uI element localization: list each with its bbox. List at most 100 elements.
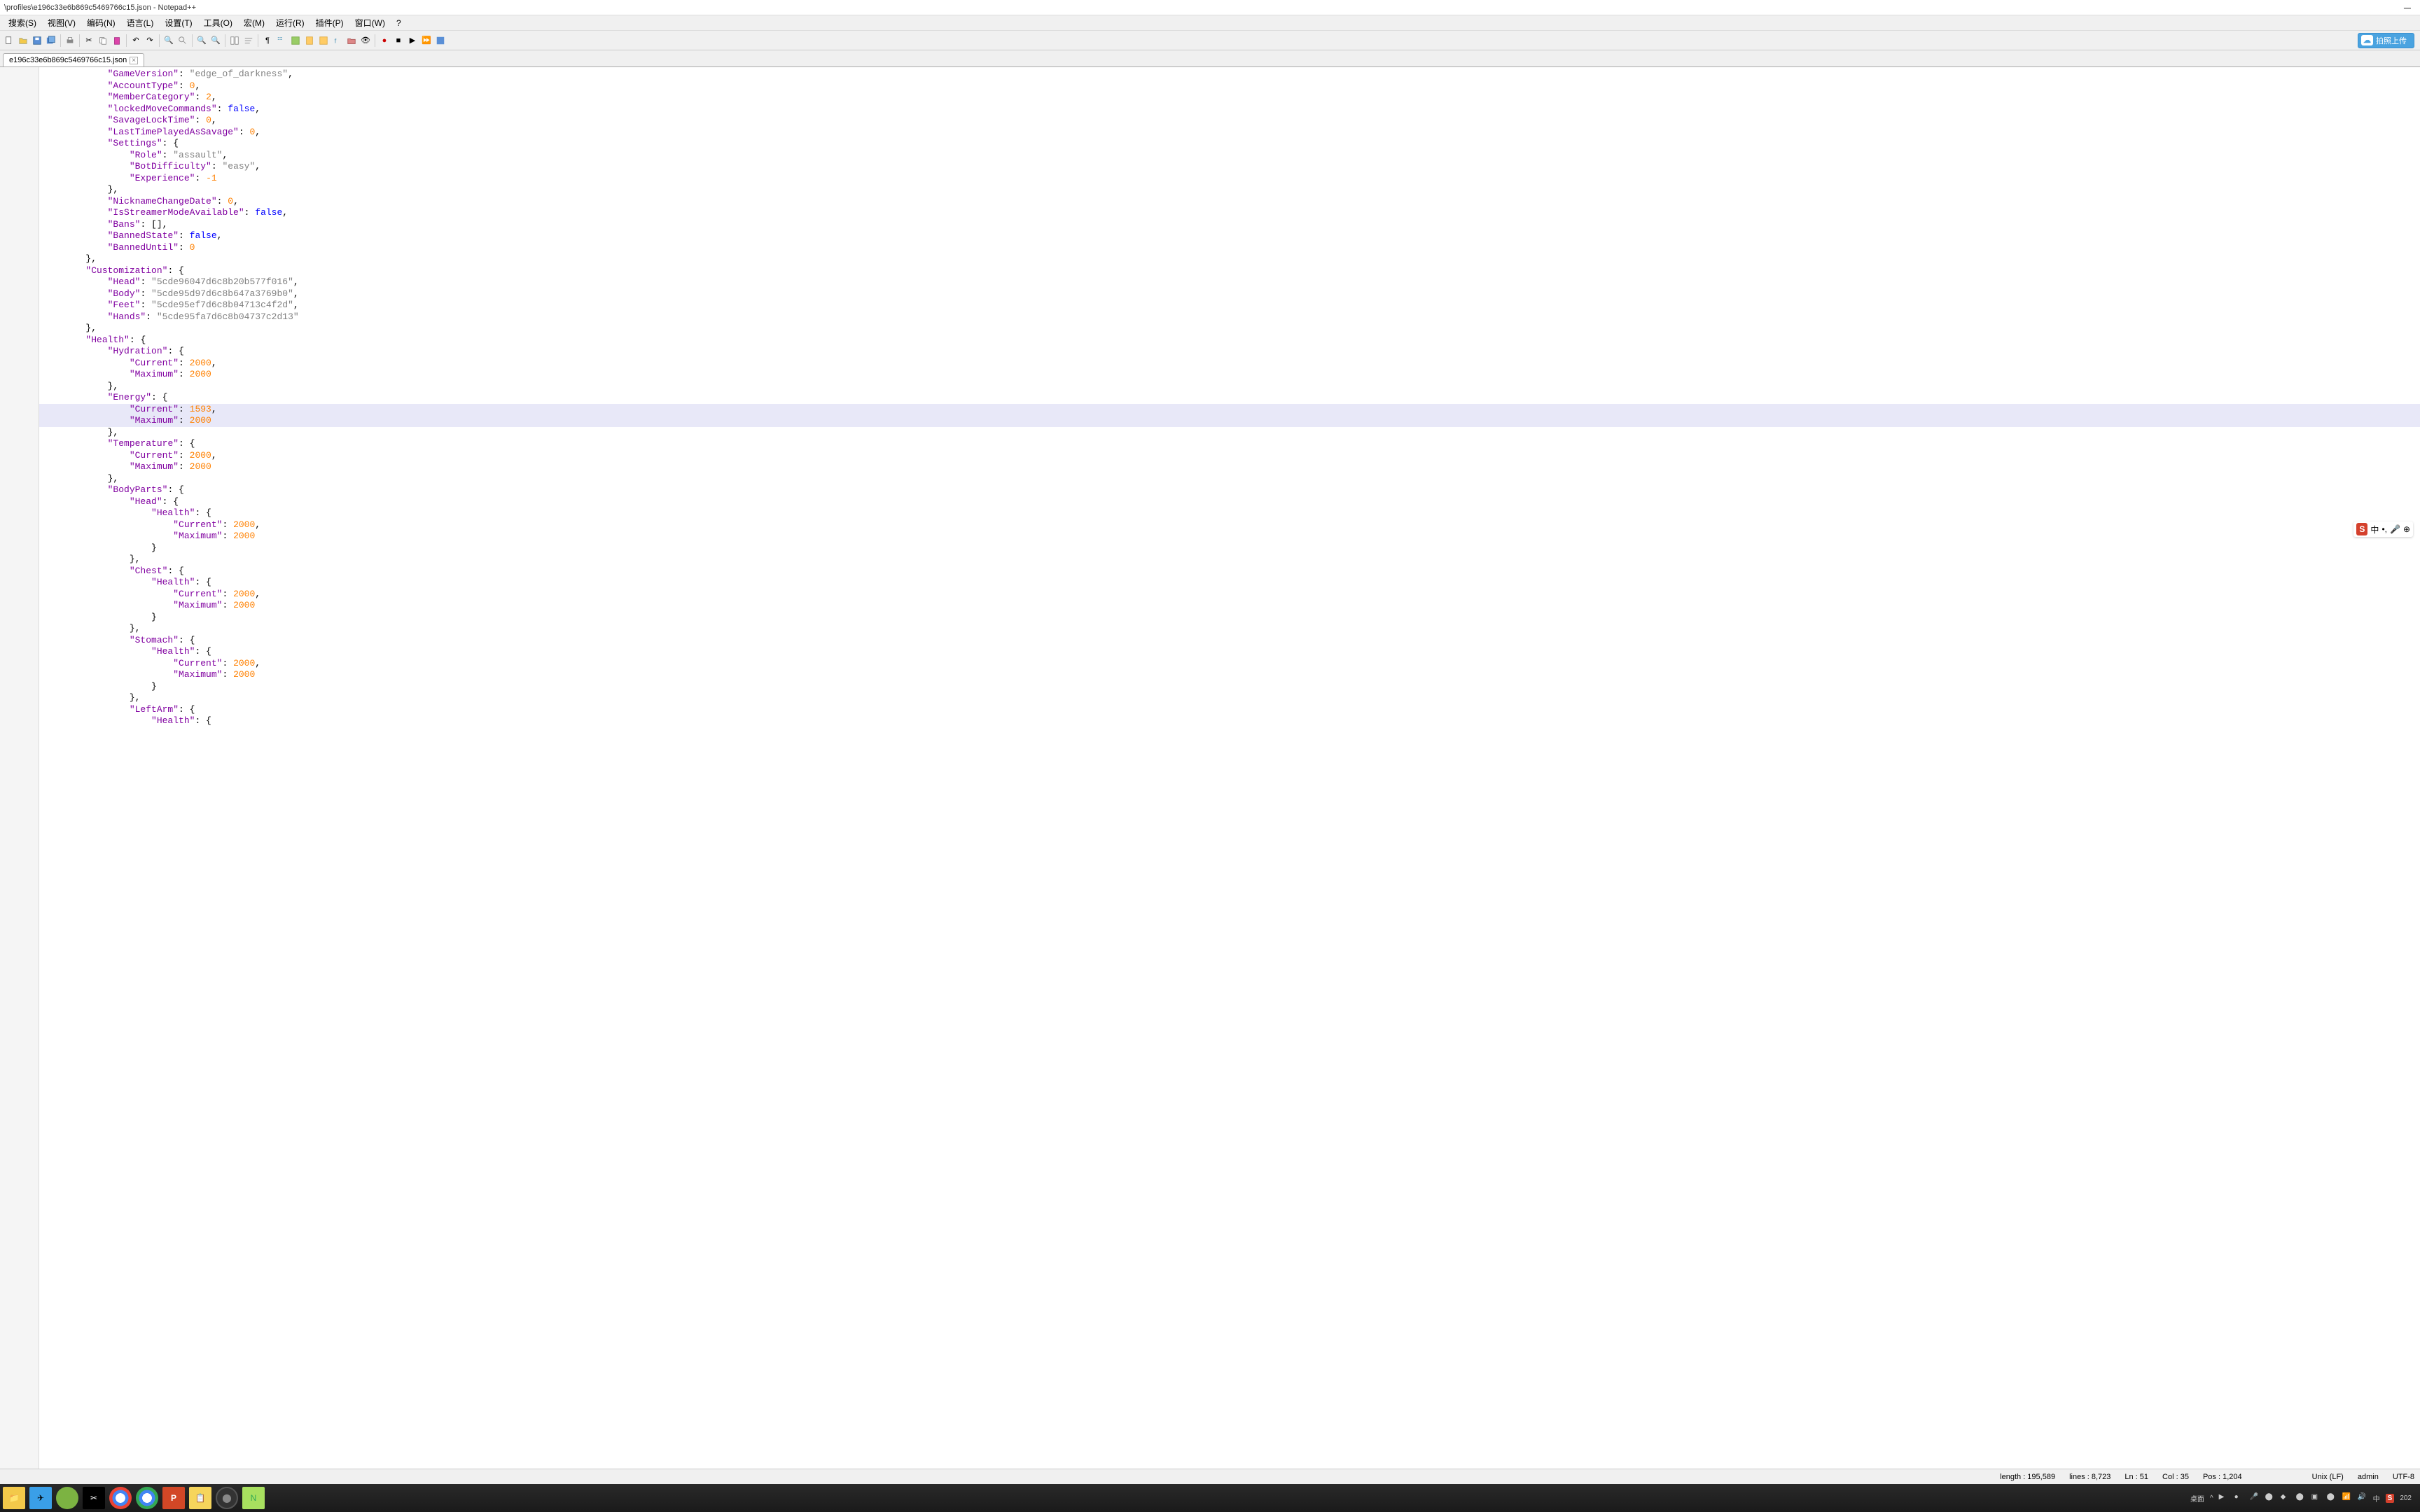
code-line[interactable]: "Current": 2000, bbox=[39, 658, 2420, 670]
code-editor[interactable]: "GameVersion": "edge_of_darkness", "Acco… bbox=[39, 67, 2420, 1469]
ime-punct[interactable]: •, bbox=[2381, 524, 2387, 534]
code-line[interactable]: "Current": 2000, bbox=[39, 519, 2420, 531]
code-line[interactable]: "BodyParts": { bbox=[39, 484, 2420, 496]
upload-button[interactable]: ☁ 拍照上传 bbox=[2358, 33, 2414, 48]
zoom-out-icon[interactable]: 🔍 bbox=[209, 34, 222, 47]
cut-icon[interactable]: ✂ bbox=[83, 34, 95, 47]
code-line[interactable]: }, bbox=[39, 427, 2420, 439]
code-line[interactable]: "LastTimePlayedAsSavage": 0, bbox=[39, 127, 2420, 139]
code-line[interactable]: "Head": { bbox=[39, 496, 2420, 508]
menu-view[interactable]: 视图(V) bbox=[42, 15, 81, 30]
code-line[interactable]: "Bans": [], bbox=[39, 219, 2420, 231]
code-line[interactable]: "LeftArm": { bbox=[39, 704, 2420, 716]
code-line[interactable]: "BannedState": false, bbox=[39, 230, 2420, 242]
code-line[interactable]: }, bbox=[39, 184, 2420, 196]
menu-window[interactable]: 窗口(W) bbox=[349, 15, 391, 30]
record-icon[interactable]: ● bbox=[378, 34, 391, 47]
code-line[interactable]: "Maximum": 2000 bbox=[39, 369, 2420, 381]
code-line[interactable]: "Current": 2000, bbox=[39, 450, 2420, 462]
menu-encoding[interactable]: 编码(N) bbox=[81, 15, 121, 30]
show-chars-icon[interactable]: ¶ bbox=[261, 34, 274, 47]
mic-icon[interactable]: 🎤 bbox=[2390, 524, 2400, 534]
tray-lang[interactable]: 中 bbox=[2373, 1493, 2380, 1504]
file-explorer-icon[interactable]: 📁 bbox=[3, 1487, 25, 1509]
sogou-tray-icon[interactable]: S bbox=[2386, 1494, 2395, 1503]
monitor-icon[interactable]: 👁 bbox=[359, 34, 372, 47]
code-line[interactable]: } bbox=[39, 612, 2420, 624]
code-line[interactable]: "Current": 1593, bbox=[39, 404, 2420, 416]
powerpoint-icon[interactable]: P bbox=[162, 1487, 185, 1509]
code-line[interactable]: "Body": "5cde95d97d6c8b647a3769b0", bbox=[39, 288, 2420, 300]
tray-wifi-icon[interactable]: 📶 bbox=[2342, 1493, 2352, 1503]
ime-toolbar[interactable]: S 中 •, 🎤 ⊕ bbox=[2353, 522, 2413, 537]
code-line[interactable]: "Health": { bbox=[39, 646, 2420, 658]
code-line[interactable]: "GameVersion": "edge_of_darkness", bbox=[39, 69, 2420, 80]
copy-icon[interactable] bbox=[97, 34, 109, 47]
find-icon[interactable]: 🔍 bbox=[162, 34, 175, 47]
stop-icon[interactable]: ■ bbox=[392, 34, 405, 47]
code-line[interactable]: "Health": { bbox=[39, 577, 2420, 589]
menu-run[interactable]: 运行(R) bbox=[270, 15, 310, 30]
code-line[interactable]: "Hydration": { bbox=[39, 346, 2420, 358]
code-line[interactable]: "Hands": "5cde95fa7d6c8b04737c2d13" bbox=[39, 312, 2420, 323]
tray-app-icon[interactable]: ⬤ bbox=[2296, 1493, 2306, 1503]
file-tab[interactable]: e196c33e6b869c5469766c15.json × bbox=[3, 53, 144, 66]
tray-app-icon[interactable]: ⬤ bbox=[2327, 1493, 2337, 1503]
code-line[interactable]: "Health": { bbox=[39, 715, 2420, 727]
code-line[interactable]: }, bbox=[39, 323, 2420, 335]
code-line[interactable]: } bbox=[39, 542, 2420, 554]
code-line[interactable]: "MemberCategory": 2, bbox=[39, 92, 2420, 104]
code-line[interactable]: "Health": { bbox=[39, 507, 2420, 519]
code-line[interactable]: }, bbox=[39, 692, 2420, 704]
code-line[interactable]: "Current": 2000, bbox=[39, 358, 2420, 370]
menu-language[interactable]: 语言(L) bbox=[121, 15, 160, 30]
chrome-icon[interactable] bbox=[136, 1487, 158, 1509]
notepadpp-icon[interactable]: N bbox=[242, 1487, 265, 1509]
tray-app-icon[interactable]: ▶ bbox=[2219, 1493, 2229, 1503]
code-line[interactable]: "IsStreamerModeAvailable": false, bbox=[39, 207, 2420, 219]
code-line[interactable]: "lockedMoveCommands": false, bbox=[39, 104, 2420, 115]
doc-list-icon[interactable] bbox=[317, 34, 330, 47]
play-icon[interactable]: ▶ bbox=[406, 34, 419, 47]
capcut-icon[interactable]: ✂ bbox=[83, 1487, 105, 1509]
code-line[interactable]: "Settings": { bbox=[39, 138, 2420, 150]
new-file-icon[interactable] bbox=[3, 34, 15, 47]
paste-icon[interactable] bbox=[111, 34, 123, 47]
code-line[interactable]: "Role": "assault", bbox=[39, 150, 2420, 162]
func-list-icon[interactable]: f bbox=[331, 34, 344, 47]
more-icon[interactable]: ⊕ bbox=[2403, 524, 2410, 534]
save-all-icon[interactable] bbox=[45, 34, 57, 47]
code-line[interactable]: "Maximum": 2000 bbox=[39, 415, 2420, 427]
save-macro-icon[interactable] bbox=[434, 34, 447, 47]
code-line[interactable]: }, bbox=[39, 473, 2420, 485]
code-line[interactable]: "Maximum": 2000 bbox=[39, 600, 2420, 612]
folder-icon[interactable] bbox=[345, 34, 358, 47]
user-lang-icon[interactable] bbox=[289, 34, 302, 47]
code-line[interactable]: "Head": "5cde96047d6c8b20b577f016", bbox=[39, 276, 2420, 288]
code-line[interactable]: "Stomach": { bbox=[39, 635, 2420, 647]
code-line[interactable]: }, bbox=[39, 554, 2420, 566]
code-line[interactable]: "Maximum": 2000 bbox=[39, 531, 2420, 542]
close-icon[interactable]: × bbox=[130, 57, 138, 64]
code-line[interactable]: "Feet": "5cde95ef7d6c8b04713c4f2d", bbox=[39, 300, 2420, 312]
save-icon[interactable] bbox=[31, 34, 43, 47]
print-icon[interactable] bbox=[64, 34, 76, 47]
browser-icon[interactable] bbox=[56, 1487, 78, 1509]
menu-search[interactable]: 搜索(S) bbox=[3, 15, 42, 30]
tray-app-icon[interactable]: ● bbox=[2234, 1493, 2244, 1503]
code-line[interactable]: "Maximum": 2000 bbox=[39, 461, 2420, 473]
obs-icon[interactable]: ⬤ bbox=[216, 1487, 238, 1509]
code-line[interactable]: }, bbox=[39, 253, 2420, 265]
code-line[interactable]: "BotDifficulty": "easy", bbox=[39, 161, 2420, 173]
code-line[interactable]: "NicknameChangeDate": 0, bbox=[39, 196, 2420, 208]
code-line[interactable]: "Energy": { bbox=[39, 392, 2420, 404]
code-line[interactable]: } bbox=[39, 681, 2420, 693]
zoom-in-icon[interactable]: 🔍 bbox=[195, 34, 208, 47]
code-line[interactable]: }, bbox=[39, 381, 2420, 393]
tray-app-icon[interactable]: 🎤 bbox=[2250, 1493, 2260, 1503]
sync-scroll-icon[interactable] bbox=[228, 34, 241, 47]
code-line[interactable]: }, bbox=[39, 623, 2420, 635]
code-line[interactable]: "Health": { bbox=[39, 335, 2420, 346]
menu-settings[interactable]: 设置(T) bbox=[159, 15, 197, 30]
menu-plugins[interactable]: 插件(P) bbox=[310, 15, 349, 30]
